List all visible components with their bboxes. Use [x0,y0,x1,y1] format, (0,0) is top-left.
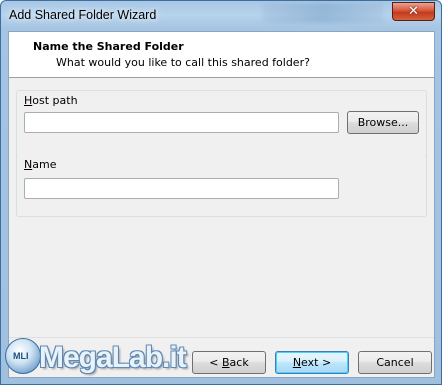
wizard-client-area: Name the Shared Folder What would you li… [8,31,435,378]
wizard-window: Add Shared Folder Wizard ✕ Name the Shar… [0,0,442,385]
name-label: Name [24,158,57,171]
page-subtitle: What would you like to call this shared … [56,56,310,69]
wizard-header: Name the Shared Folder What would you li… [9,32,434,78]
name-input[interactable] [24,178,339,199]
close-button[interactable]: ✕ [392,2,435,21]
close-icon: ✕ [408,4,419,19]
cancel-button[interactable]: Cancel [358,351,432,374]
wizard-footer: < Back Next > Cancel [9,337,434,377]
page-title: Name the Shared Folder [33,40,184,53]
host-path-input[interactable] [24,112,339,133]
host-path-label: Host path [24,94,78,107]
title-bar[interactable]: Add Shared Folder Wizard ✕ [1,1,441,31]
back-button[interactable]: < Back [192,351,266,374]
next-button[interactable]: Next > [275,351,349,374]
window-title: Add Shared Folder Wizard [9,8,157,22]
browse-button[interactable]: Browse... [347,111,419,134]
background-blur [263,3,383,23]
name-group: Name [16,155,427,217]
